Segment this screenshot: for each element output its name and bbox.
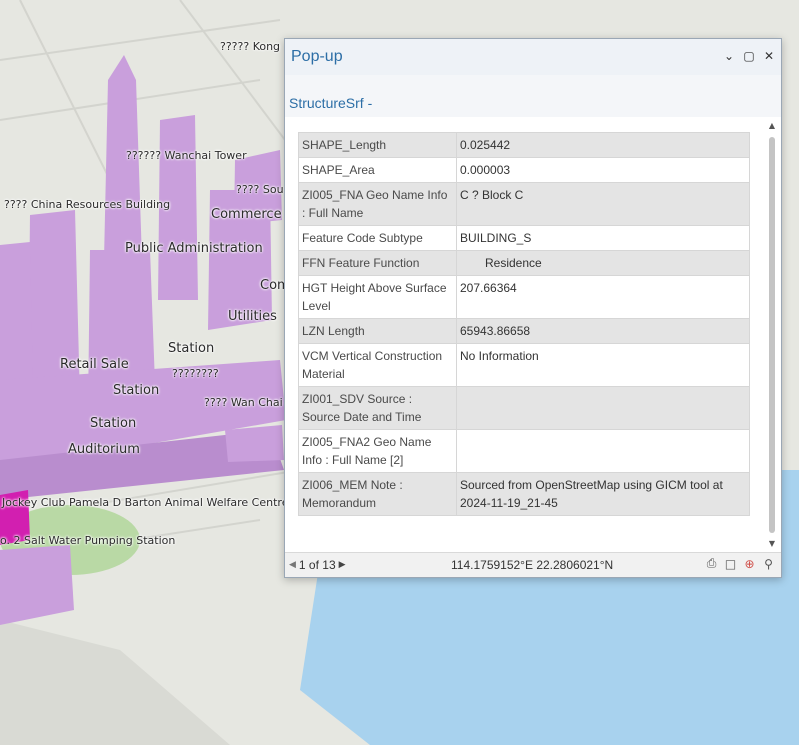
map-label: Utilities: [228, 309, 277, 324]
building: [225, 425, 284, 462]
scroll-up-icon[interactable]: ▲: [767, 121, 777, 131]
map-label: Retail Sale: [60, 357, 129, 372]
coordinates-readout: 114.1759152°E 22.2806021°N: [451, 558, 614, 572]
field-name: ZI006_MEM Note : Memorandum: [298, 472, 457, 516]
field-value: 0.000003: [456, 157, 750, 183]
map-label: ?????? Wanchai Tower: [126, 149, 247, 162]
field-name: ZI005_FNA2 Geo Name Info : Full Name [2]: [298, 429, 457, 473]
footer-tools: ⎙ □ ⊕ ⚲: [705, 556, 775, 571]
scroll-thumb[interactable]: [769, 137, 775, 533]
layer-title[interactable]: StructureSrf -: [289, 95, 372, 111]
field-value: 0.025442: [456, 132, 750, 158]
map-label: Public Administration: [125, 241, 263, 256]
chevron-down-icon[interactable]: ⌄: [723, 49, 735, 63]
field-value: [456, 386, 750, 430]
popup-content: SHAPE_Length 0.025442 SHAPE_Area 0.00000…: [285, 117, 781, 553]
field-name: SHAPE_Length: [298, 132, 457, 158]
table-row: ZI005_FNA2 Geo Name Info : Full Name [2]: [298, 429, 750, 473]
field-name: VCM Vertical Construction Material: [298, 343, 457, 387]
page-indicator: 1 of 13: [298, 558, 336, 572]
table-row: Feature Code Subtype BUILDING_S: [298, 225, 750, 251]
field-name: HGT Height Above Surface Level: [298, 275, 457, 319]
map-label: o. 2 Salt Water Pumping Station: [0, 534, 176, 547]
table-row: ZI005_FNA Geo Name Info : Full Name C ? …: [298, 182, 750, 226]
close-icon[interactable]: ✕: [763, 49, 775, 63]
table-row: HGT Height Above Surface Level 207.66364: [298, 275, 750, 319]
table-row: FFN Feature Function Residence: [298, 250, 750, 276]
table-row: ZI001_SDV Source : Source Date and Time: [298, 386, 750, 430]
field-value: [456, 429, 750, 473]
popup-window[interactable]: Pop-up ⌄ ▢ ✕ StructureSrf - SHAPE_Length…: [284, 38, 782, 578]
map-label: Station: [113, 383, 160, 398]
pager: ◀ 1 of 13 ▶: [289, 558, 346, 572]
map-label: Commerce: [211, 207, 282, 222]
field-value: No Information: [456, 343, 750, 387]
popup-footer: ◀ 1 of 13 ▶ 114.1759152°E 22.2806021°N ⎙…: [285, 552, 781, 577]
land-area: [0, 620, 230, 745]
table-row: ZI006_MEM Note : Memorandum Sourced from…: [298, 472, 750, 516]
field-value: Sourced from OpenStreetMap using GICM to…: [456, 472, 750, 516]
map-label: Station: [90, 416, 137, 431]
field-name: LZN Length: [298, 318, 457, 344]
table-row: SHAPE_Length 0.025442: [298, 132, 750, 158]
popup-title: Pop-up: [291, 48, 343, 65]
field-value: BUILDING_S: [456, 225, 750, 251]
building: [0, 545, 74, 625]
map-label: ????????: [172, 367, 219, 380]
field-value: 65943.86658: [456, 318, 750, 344]
field-value: 207.66364: [456, 275, 750, 319]
locate-icon[interactable]: ⊕: [743, 556, 756, 571]
maximize-icon[interactable]: ▢: [743, 49, 755, 63]
scroll-down-icon[interactable]: ▼: [767, 539, 777, 549]
previous-icon[interactable]: ◀: [289, 560, 296, 570]
next-icon[interactable]: ▶: [339, 560, 346, 570]
field-name: ZI001_SDV Source : Source Date and Time: [298, 386, 457, 430]
map-label: ????? Kong: [220, 40, 281, 53]
map-label: ???? Wan Chai: [204, 396, 283, 409]
popup-titlebar[interactable]: Pop-up ⌄ ▢ ✕: [285, 39, 781, 76]
table-row: VCM Vertical Construction Material No In…: [298, 343, 750, 387]
map-label: ???? Sou: [236, 183, 284, 196]
attribute-table: SHAPE_Length 0.025442 SHAPE_Area 0.00000…: [298, 132, 750, 516]
field-value: Residence: [456, 250, 750, 276]
table-row: SHAPE_Area 0.000003: [298, 157, 750, 183]
field-name: Feature Code Subtype: [298, 225, 457, 251]
zoom-to-icon[interactable]: ⚲: [762, 556, 775, 571]
window-controls: ⌄ ▢ ✕: [723, 49, 775, 63]
print-icon[interactable]: ⎙: [705, 556, 718, 571]
export-icon[interactable]: □: [724, 556, 737, 571]
map-label: ???? China Resources Building: [4, 198, 171, 211]
field-value: C ? Block C: [456, 182, 750, 226]
field-name: FFN Feature Function: [298, 250, 457, 276]
table-row: LZN Length 65943.86658: [298, 318, 750, 344]
field-name: ZI005_FNA Geo Name Info : Full Name: [298, 182, 457, 226]
map-label: Jockey Club Pamela D Barton Animal Welfa…: [2, 496, 289, 509]
field-name: SHAPE_Area: [298, 157, 457, 183]
map-label: Station: [168, 341, 215, 356]
vertical-scrollbar[interactable]: ▲ ▼: [767, 121, 777, 549]
map-label: Auditorium: [68, 442, 140, 457]
